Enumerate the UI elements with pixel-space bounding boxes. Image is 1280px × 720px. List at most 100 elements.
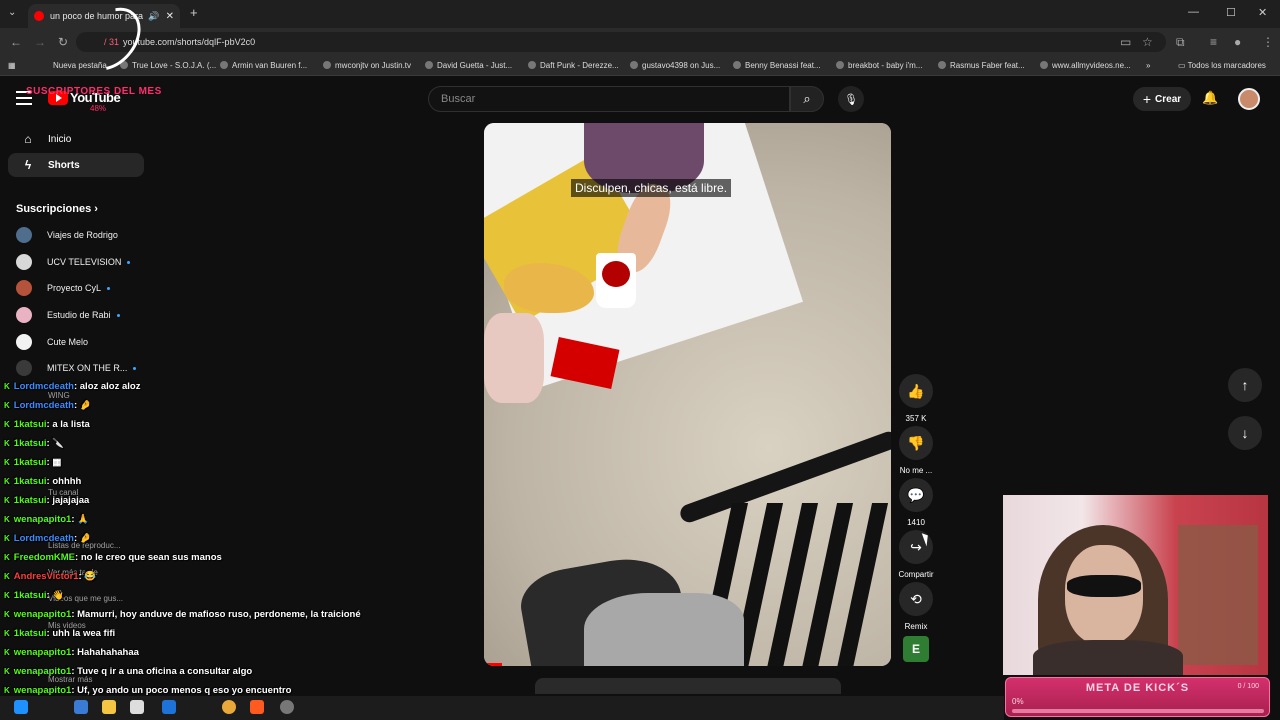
more-menu-icon[interactable]: ⋮: [1262, 35, 1274, 49]
sidebar-item-shorts[interactable]: ϟ Shorts: [8, 153, 144, 177]
apps-icon[interactable]: ▦: [8, 61, 16, 70]
maximize-icon[interactable]: ☐: [1226, 6, 1236, 19]
chat-text: : aloz aloz aloz: [73, 381, 141, 392]
comment-icon: 💬: [899, 478, 933, 512]
bookmark-item[interactable]: breakbot - baby i'm...: [836, 61, 922, 70]
next-short-button[interactable]: ↓: [1228, 416, 1262, 450]
chat-message: K FreedomKME: no le creo que sean sus man…: [4, 552, 222, 563]
bookmark-item[interactable]: Daft Punk - Derezze...: [528, 61, 619, 70]
subscriptions-heading[interactable]: Suscripciones ›: [16, 203, 98, 215]
store-icon[interactable]: [130, 700, 144, 714]
obs-icon[interactable]: [280, 700, 294, 714]
chat-username[interactable]: wenapapito1: [14, 685, 72, 696]
next-short-preview[interactable]: [535, 678, 841, 694]
mail-icon[interactable]: [162, 700, 176, 714]
subscription-item[interactable]: MITEX ON THE R...: [16, 358, 146, 378]
channel-avatar: [16, 334, 32, 350]
voice-search-button[interactable]: 🎙: [838, 86, 864, 112]
chat-username[interactable]: Lordmcdeath: [14, 400, 74, 411]
previous-short-button[interactable]: ↑: [1228, 368, 1262, 402]
search-button[interactable]: ⌕: [790, 86, 824, 112]
bookmark-star-icon[interactable]: ☆: [1142, 35, 1153, 49]
create-button[interactable]: + Crear: [1133, 87, 1191, 111]
bookmarks-overflow-button[interactable]: »: [1146, 61, 1150, 70]
chat-username[interactable]: Lordmcdeath: [14, 533, 74, 544]
account-avatar[interactable]: [1238, 88, 1260, 110]
reload-icon[interactable]: ↻: [58, 35, 68, 49]
chat-username[interactable]: wenapapito1: [14, 609, 72, 620]
back-icon[interactable]: ←: [10, 35, 22, 49]
reading-list-icon[interactable]: ≡: [1210, 35, 1217, 49]
chrome-icon[interactable]: [222, 700, 236, 714]
chat-username[interactable]: 1katsui: [14, 495, 47, 506]
windows-start-icon[interactable]: [14, 700, 28, 714]
chat-username[interactable]: 1katsui: [14, 476, 47, 487]
bookmark-item[interactable]: mwconjtv on Justin.tv: [323, 61, 411, 70]
dislike-button[interactable]: 👎 No me ...: [898, 426, 934, 475]
video-cup: [596, 253, 636, 308]
kick-badge-icon: K: [4, 401, 10, 410]
subscription-item[interactable]: UCV TELEVISION: [16, 252, 146, 272]
remix-button[interactable]: ⟲ Remix: [898, 582, 934, 631]
bookmark-item[interactable]: Rasmus Faber feat...: [938, 61, 1025, 70]
forward-icon[interactable]: →: [34, 35, 46, 49]
speaker-icon[interactable]: 🔊: [148, 11, 159, 22]
sidebar-item-home[interactable]: ⌂ Inicio: [8, 127, 144, 151]
cast-icon[interactable]: ▭: [1120, 35, 1131, 49]
edge-icon[interactable]: [74, 700, 88, 714]
shorts-video-player[interactable]: Disculpen, chicas, está libre.: [484, 123, 891, 666]
chat-username[interactable]: wenapapito1: [14, 666, 72, 677]
channel-badge[interactable]: E: [903, 636, 929, 662]
tab-list-icon[interactable]: ⌄: [8, 7, 16, 18]
extensions-icon[interactable]: ⧉: [1176, 35, 1185, 50]
goal-count: 0 / 100: [1237, 683, 1259, 690]
subscription-item[interactable]: Estudio de Rabi: [16, 305, 146, 325]
comments-button[interactable]: 💬 1410: [898, 478, 934, 527]
chat-username[interactable]: 1katsui: [14, 438, 47, 449]
bookmark-item[interactable]: True Love - S.O.J.A. (...: [120, 61, 216, 70]
bookmark-item[interactable]: gustavo4398 on Jus...: [630, 61, 720, 70]
close-tab-icon[interactable]: ✕: [166, 11, 174, 22]
chat-message: Kwenapapito1: Tuve q ir a una oficina a …: [4, 666, 252, 677]
url-field[interactable]: / 31 youtube.com/shorts/dqlF-pbV2c0: [76, 32, 1166, 52]
minimize-icon[interactable]: —: [1188, 6, 1199, 18]
search-icon: ⌕: [803, 91, 811, 106]
file-explorer-icon[interactable]: [102, 700, 116, 714]
chat-username[interactable]: 1katsui: [14, 628, 47, 639]
chat-username[interactable]: 1katsui: [14, 457, 47, 468]
sidebar-item-label: Shorts: [48, 159, 80, 171]
close-window-icon[interactable]: ✕: [1258, 6, 1267, 19]
like-button[interactable]: 👍 357 K: [898, 374, 934, 423]
video-progress-bar[interactable]: [484, 663, 502, 666]
chat-username[interactable]: wenapapito1: [14, 514, 72, 525]
brave-icon[interactable]: [250, 700, 264, 714]
chat-message: Kwenapapito1: Hahahahahaa: [4, 647, 139, 658]
kick-badge-icon: K: [4, 686, 10, 695]
channel-avatar: [16, 227, 32, 243]
chat-username[interactable]: wenapapito1: [14, 647, 72, 658]
notifications-bell-icon[interactable]: 🔔: [1202, 90, 1218, 106]
bookmark-favicon-icon: [630, 61, 638, 69]
search-input[interactable]: Buscar: [428, 86, 790, 112]
chat-username[interactable]: FreedomKME: [14, 552, 75, 563]
chat-username[interactable]: AndresVictor1: [14, 571, 79, 582]
bookmark-item[interactable]: Benny Benassi feat...: [733, 61, 821, 70]
new-tab-icon[interactable]: +: [190, 5, 198, 20]
chat-username[interactable]: 1katsui: [14, 590, 47, 601]
chat-username[interactable]: 1katsui: [14, 419, 47, 430]
chat-text: : Mamurri, hoy anduve de mafioso ruso, p…: [71, 609, 361, 620]
subscription-item[interactable]: Proyecto CyL: [16, 278, 146, 298]
profile-icon[interactable]: ●: [1234, 35, 1241, 49]
chat-text: : 🤌: [73, 533, 92, 544]
arrow-up-icon: ↑: [1241, 377, 1249, 393]
live-dot-icon: [133, 366, 137, 370]
chat-message: K 1katsui: 👋: [4, 590, 64, 601]
bookmark-item[interactable]: David Guetta - Just...: [425, 61, 512, 70]
all-bookmarks-folder[interactable]: ▭ Todos los marcadores: [1178, 61, 1266, 70]
subs-of-month-overlay: SUSCRIPTORES DEL MES: [26, 86, 162, 97]
subscription-item[interactable]: Cute Melo: [16, 332, 146, 352]
bookmark-item[interactable]: Armin van Buuren f...: [220, 61, 307, 70]
subscription-item[interactable]: Viajes de Rodrigo: [16, 225, 146, 245]
chat-username[interactable]: Lordmcdeath: [14, 381, 74, 392]
bookmark-item[interactable]: www.allmyvideos.ne...: [1040, 61, 1131, 70]
